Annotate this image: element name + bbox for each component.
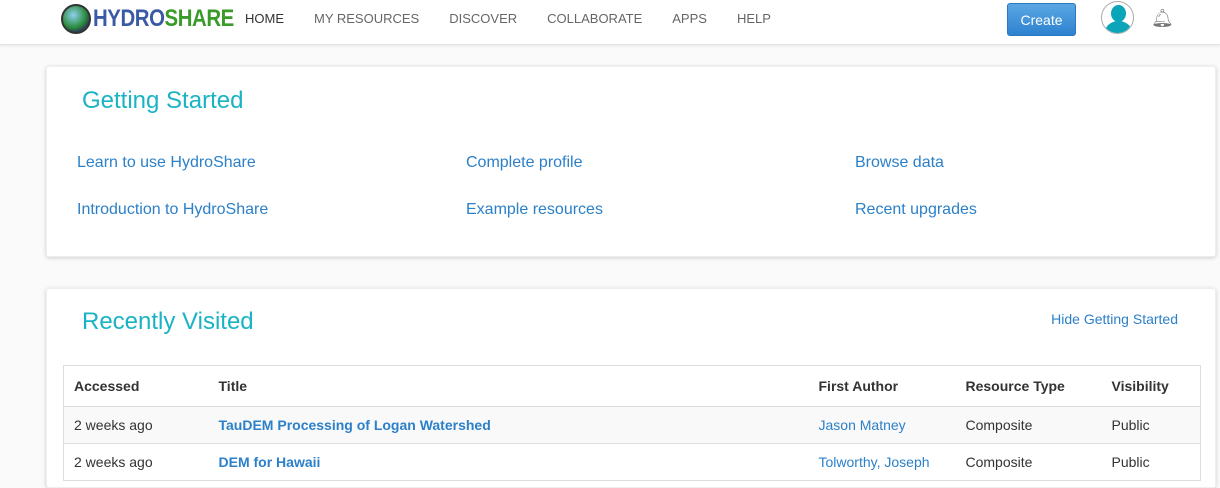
type-cell: Composite (955, 406, 1102, 444)
accessed-cell: 2 weeks ago (63, 443, 209, 481)
author-link[interactable]: Tolworthy, Joseph (819, 454, 930, 470)
recently-visited-title: Recently Visited (82, 308, 254, 335)
globe-icon (61, 4, 91, 34)
user-avatar-icon[interactable] (1101, 1, 1134, 34)
visibility-cell: Public (1101, 406, 1201, 444)
table-row: 2 weeks ago DEM for Hawaii Tolworthy, Jo… (63, 443, 1201, 481)
visibility-cell: Public (1101, 443, 1201, 481)
introduction-link[interactable]: Introduction to HydroShare (77, 201, 268, 219)
col-accessed[interactable]: Accessed (63, 365, 209, 407)
col-visibility[interactable]: Visibility (1101, 365, 1201, 407)
nav-collaborate[interactable]: COLLABORATE (547, 11, 642, 26)
recent-upgrades-link[interactable]: Recent upgrades (855, 201, 977, 219)
complete-profile-link[interactable]: Complete profile (466, 154, 583, 172)
logo-text-hydro: HYDRO (93, 5, 165, 32)
table-row: 2 weeks ago TauDEM Processing of Logan W… (63, 406, 1201, 444)
author-link[interactable]: Jason Matney (819, 417, 906, 433)
bell-icon[interactable]: 🔔︎ (1151, 8, 1174, 29)
nav-apps[interactable]: APPS (672, 11, 707, 26)
col-title[interactable]: Title (208, 365, 809, 407)
col-resource-type[interactable]: Resource Type (955, 365, 1102, 407)
table-header: Accessed Title First Author Resource Typ… (63, 365, 1201, 407)
nav-discover[interactable]: DISCOVER (449, 11, 517, 26)
example-resources-link[interactable]: Example resources (466, 201, 603, 219)
col-first-author[interactable]: First Author (808, 365, 956, 407)
nav-my-resources[interactable]: MY RESOURCES (314, 11, 419, 26)
getting-started-title: Getting Started (82, 87, 244, 114)
recent-resources-table: Accessed Title First Author Resource Typ… (63, 365, 1201, 481)
accessed-cell: 2 weeks ago (63, 406, 209, 444)
main-menu: HOME MY RESOURCES DISCOVER COLLABORATE A… (245, 11, 771, 26)
nav-home[interactable]: HOME (245, 11, 284, 26)
resource-title-link[interactable]: TauDEM Processing of Logan Watershed (219, 417, 491, 433)
hide-getting-started-link[interactable]: Hide Getting Started (1051, 311, 1178, 327)
top-navbar: HYDROSHARE HOME MY RESOURCES DISCOVER CO… (0, 0, 1220, 45)
logo-text-share: SHARE (164, 5, 235, 32)
browse-data-link[interactable]: Browse data (855, 154, 944, 172)
create-button[interactable]: Create (1007, 3, 1076, 36)
type-cell: Composite (955, 443, 1102, 481)
nav-help[interactable]: HELP (737, 11, 771, 26)
hydroshare-logo[interactable]: HYDROSHARE (61, 4, 259, 34)
learn-link[interactable]: Learn to use HydroShare (77, 154, 256, 172)
recently-visited-panel: Recently Visited Hide Getting Started Ac… (46, 288, 1216, 488)
resource-title-link[interactable]: DEM for Hawaii (219, 454, 321, 470)
getting-started-panel: Getting Started Learn to use HydroShare … (46, 66, 1216, 257)
